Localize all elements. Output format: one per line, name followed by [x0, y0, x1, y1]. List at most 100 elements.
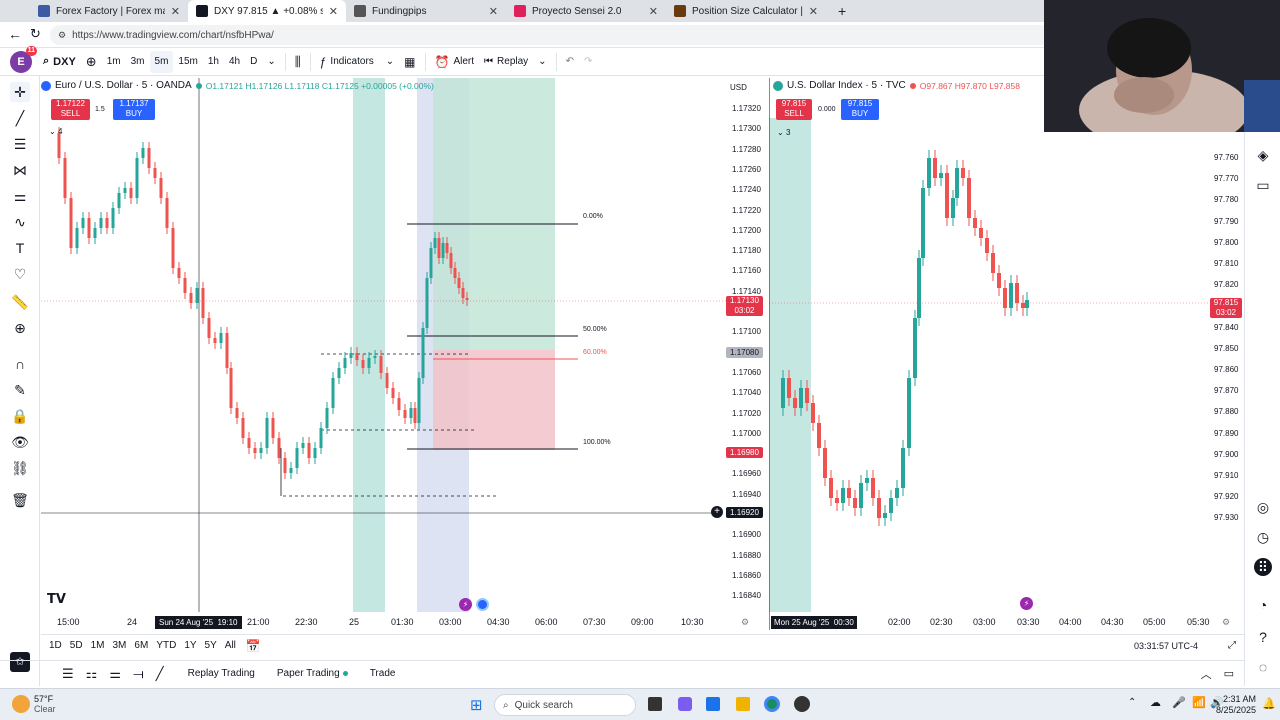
dxy-chart-panel[interactable]: U.S. Dollar Index · 5 · TVC O97.867 H97.…: [768, 78, 1243, 630]
notification-bell-icon[interactable]: ◔: [1254, 596, 1272, 614]
close-tab-icon[interactable]: ✕: [809, 5, 818, 18]
folder-icon[interactable]: [736, 697, 750, 711]
interval-5m[interactable]: 5m: [149, 50, 174, 73]
news-event-icon[interactable]: [476, 598, 489, 611]
panel-icon[interactable]: ☰: [62, 666, 74, 682]
zoom-in-icon[interactable]: ⊕: [10, 318, 30, 338]
maximize-panel-icon[interactable]: ▭: [1224, 667, 1234, 680]
replay-trading-tab[interactable]: Replay Trading: [188, 668, 255, 679]
browser-tab-forexfactory[interactable]: Forex Factory | Forex markets for ✕: [30, 0, 188, 22]
eurusd-title[interactable]: Euro / U.S. Dollar · 5 · OANDA: [55, 80, 192, 91]
alert-button[interactable]: ⏰ Alert: [430, 51, 480, 73]
link-icon[interactable]: ⛓: [10, 458, 30, 478]
range-all[interactable]: All: [225, 640, 236, 651]
mic-icon[interactable]: 🎤: [1172, 696, 1186, 709]
range-5y[interactable]: 5Y: [205, 640, 217, 651]
text-tool-icon[interactable]: T: [10, 238, 30, 258]
site-info-icon[interactable]: ⚙: [58, 30, 66, 41]
ruler-icon[interactable]: 📏: [10, 292, 30, 312]
undo-button[interactable]: ↶: [561, 51, 579, 73]
dxy-title[interactable]: U.S. Dollar Index · 5 · TVC: [787, 80, 906, 91]
eurusd-chart-canvas[interactable]: [41, 78, 767, 630]
strategy-tester-icon[interactable]: ⟞: [133, 666, 144, 682]
cloud-icon[interactable]: ☁: [1150, 696, 1161, 709]
lock-drawing-pencil-icon[interactable]: ✎: [10, 380, 30, 400]
file-explorer-icon[interactable]: [706, 697, 720, 711]
copilot-icon[interactable]: [678, 697, 692, 711]
chart-type-button[interactable]: ⫼: [290, 51, 306, 73]
close-tab-icon[interactable]: ✕: [649, 5, 658, 18]
sell-button[interactable]: 1.17122 SELL: [51, 99, 90, 120]
avatar[interactable]: E 11: [10, 45, 37, 73]
trend-line-tool-icon[interactable]: ╱: [10, 108, 30, 128]
interval-1h[interactable]: 1h: [203, 51, 224, 73]
trade-tab[interactable]: Trade: [370, 668, 396, 679]
browser-tab-myfxbook[interactable]: Position Size Calculator | Myfxboo ✕: [666, 0, 826, 22]
eye-icon[interactable]: 👁: [10, 432, 30, 452]
trash-icon[interactable]: 🗑: [10, 490, 30, 510]
interval-4h[interactable]: 4h: [224, 51, 245, 73]
dxy-sell-button[interactable]: 97.815 SELL: [776, 99, 812, 120]
windows-start-icon[interactable]: ⊞: [470, 696, 483, 714]
go-to-date-calendar-icon[interactable]: 📅: [246, 639, 261, 653]
range-1m[interactable]: 1M: [91, 640, 105, 651]
interval-dropdown[interactable]: ⌄: [262, 51, 280, 73]
close-tab-icon[interactable]: ✕: [329, 5, 338, 18]
utc-clock[interactable]: 03:31:57 UTC-4: [1134, 641, 1198, 651]
fullscreen-icon[interactable]: ⤢: [1228, 640, 1236, 651]
fib-retracement-tool-icon[interactable]: ☰: [10, 134, 30, 154]
chrome-icon[interactable]: [764, 696, 780, 712]
crosshair-tool-icon[interactable]: ✛: [10, 82, 30, 102]
interval-3m[interactable]: 3m: [126, 51, 150, 73]
indicators-collapse[interactable]: ⌄ 4: [49, 127, 62, 136]
app-icon[interactable]: [794, 696, 810, 712]
notifications-icon[interactable]: 🔔: [1262, 697, 1276, 710]
magnet-icon[interactable]: ∩: [10, 354, 30, 374]
browser-tab-sensei[interactable]: Proyecto Sensei 2.0 ✕: [506, 0, 666, 22]
range-ytd[interactable]: YTD: [156, 640, 176, 651]
range-1d[interactable]: 1D: [49, 640, 62, 651]
chat-icon[interactable]: ▭: [1254, 176, 1272, 194]
range-3m[interactable]: 3M: [113, 640, 127, 651]
dxy-lightning-event-icon[interactable]: ⚡: [1020, 597, 1033, 610]
new-tab-button[interactable]: +: [830, 0, 850, 22]
weather-widget[interactable]: 57°F Clear: [34, 694, 56, 714]
lightning-event-icon[interactable]: ⚡: [459, 598, 472, 611]
browser-tab-fundingpips[interactable]: Fundingpips ✕: [346, 0, 506, 22]
buy-button[interactable]: 1.17137 BUY: [113, 99, 155, 120]
compare-symbol-button[interactable]: ⊕: [81, 51, 102, 73]
brush-tool-icon[interactable]: ∿: [10, 212, 30, 232]
close-tab-icon[interactable]: ✕: [489, 5, 498, 18]
symbol-search-button[interactable]: ⌕ DXY: [38, 51, 81, 73]
heart-icon[interactable]: ♡: [10, 264, 30, 284]
stock-screener-icon[interactable]: ⚏: [86, 666, 98, 682]
tray-chevron-icon[interactable]: ⌃: [1128, 697, 1136, 708]
replay-button[interactable]: ⏮ Replay ⌄: [479, 51, 552, 73]
currency-label[interactable]: USD: [730, 83, 747, 92]
lock-icon[interactable]: 🔒: [10, 406, 30, 426]
system-clock[interactable]: 2:31 AM 8/25/2025: [1200, 694, 1256, 716]
back-arrow-icon[interactable]: ←: [8, 26, 22, 42]
calendar-alarm-icon[interactable]: ◷: [1254, 528, 1272, 546]
dxy-time-settings-gear-icon[interactable]: ⚙: [1222, 617, 1230, 628]
paper-trading-tab[interactable]: Paper Trading: [277, 668, 340, 679]
reload-icon[interactable]: ↻: [30, 26, 41, 42]
pine-editor-icon[interactable]: ⚌: [109, 666, 121, 682]
url-field[interactable]: ⚙ https://www.tradingview.com/chart/nsfb…: [50, 25, 1050, 45]
taskbar-search-box[interactable]: ⌕ Quick search: [494, 694, 636, 716]
line-tool-icon[interactable]: ╱: [156, 666, 164, 682]
interval-d[interactable]: D: [245, 51, 262, 73]
redo-button[interactable]: ↷: [579, 51, 597, 73]
eurusd-chart-panel[interactable]: Euro / U.S. Dollar · 5 · OANDA O1.17121 …: [41, 78, 767, 630]
time-settings-gear-icon[interactable]: ⚙: [741, 617, 749, 628]
indicators-button[interactable]: ƒ Indicators ⌄: [315, 51, 399, 73]
help-circle-icon[interactable]: ◌: [1254, 658, 1272, 676]
range-6m[interactable]: 6M: [134, 640, 148, 651]
dxy-indicators-collapse[interactable]: ⌄ 3: [777, 128, 790, 137]
help-question-icon[interactable]: ?: [1254, 628, 1272, 646]
add-alert-plus-icon[interactable]: +: [711, 506, 723, 518]
close-tab-icon[interactable]: ✕: [171, 5, 180, 18]
range-5d[interactable]: 5D: [70, 640, 83, 651]
position-tool-icon[interactable]: ⚌: [10, 186, 30, 206]
range-1y[interactable]: 1Y: [184, 640, 196, 651]
